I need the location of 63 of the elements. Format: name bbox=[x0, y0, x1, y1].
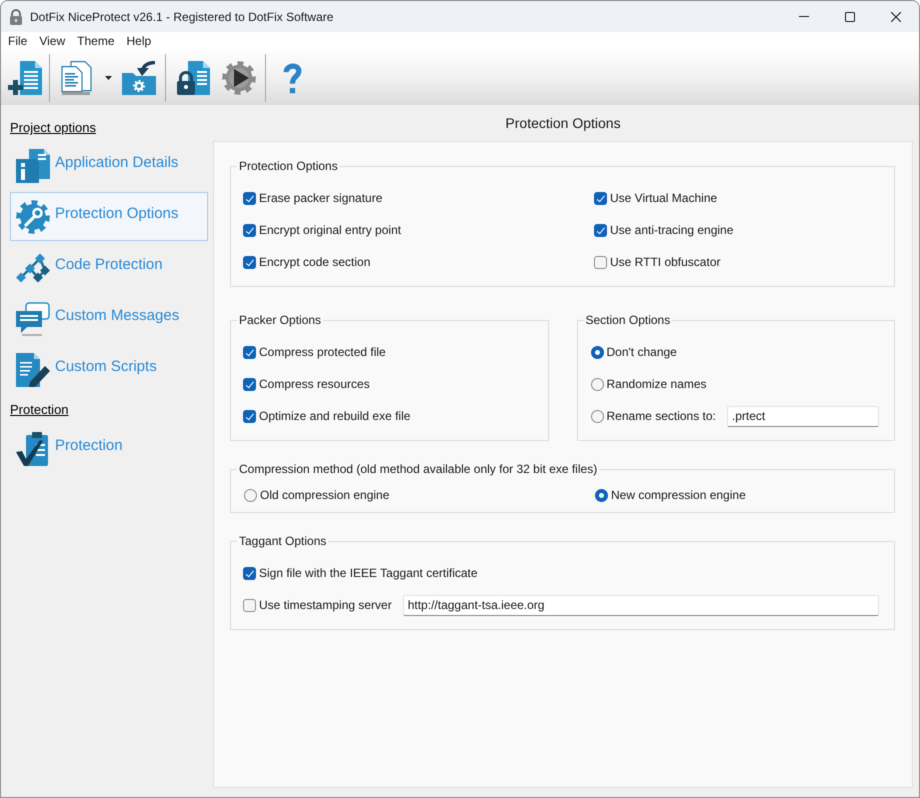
group-title: Protection Options bbox=[238, 158, 339, 174]
checkbox-label: Optimize and rebuild exe file bbox=[259, 409, 410, 423]
text-field[interactable]: .prtect bbox=[726, 406, 879, 426]
lock-document-icon[interactable] bbox=[176, 61, 210, 95]
document-pen-icon bbox=[16, 352, 50, 386]
group-title: Taggant Options bbox=[238, 533, 328, 549]
menu-item[interactable]: File bbox=[2, 33, 34, 50]
radio-label: Old compression engine bbox=[260, 488, 390, 502]
checkbox[interactable] bbox=[243, 192, 256, 204]
close-icon[interactable] bbox=[891, 12, 901, 22]
document-plus-icon[interactable] bbox=[8, 61, 42, 95]
radio-label: New compression engine bbox=[611, 488, 746, 502]
radio-button[interactable] bbox=[595, 488, 608, 502]
section-heading: Protection bbox=[10, 402, 69, 418]
checkbox-label: Use timestamping server bbox=[259, 598, 392, 612]
text-field[interactable]: http://taggant-tsa.ieee.org bbox=[402, 594, 879, 616]
checkbox-label: Compress protected file bbox=[259, 345, 386, 359]
documents-icon[interactable] bbox=[61, 61, 92, 95]
radio-label: Don't change bbox=[606, 345, 677, 359]
checkbox[interactable] bbox=[243, 566, 256, 580]
menu-item[interactable]: Help bbox=[120, 33, 158, 50]
checkbox[interactable] bbox=[243, 378, 256, 390]
linked-blocks-icon bbox=[16, 250, 50, 284]
checkbox[interactable] bbox=[243, 346, 256, 358]
checkbox-label: Sign file with the IEEE Taggant certificate bbox=[259, 566, 478, 580]
menu-item[interactable]: View bbox=[33, 33, 72, 50]
radio-label: Randomize names bbox=[606, 377, 707, 391]
checkbox[interactable] bbox=[243, 256, 256, 268]
radio-button[interactable] bbox=[590, 346, 604, 358]
group-title: Compression method (old method available only for 32 bit exe files) bbox=[238, 461, 598, 477]
section-heading: Project options bbox=[10, 120, 96, 136]
checkbox-label: Use RTTI obfuscator bbox=[610, 255, 720, 269]
group-title: Section Options bbox=[584, 312, 672, 328]
checkbox-label: Erase packer signature bbox=[259, 191, 382, 205]
checkbox[interactable] bbox=[243, 224, 256, 236]
checkbox-label: Use anti-tracing engine bbox=[610, 223, 734, 237]
checkbox-label: Encrypt code section bbox=[259, 255, 370, 269]
checkbox[interactable] bbox=[594, 224, 607, 236]
gear-play-icon[interactable] bbox=[222, 61, 256, 95]
padlock-icon bbox=[8, 8, 24, 24]
group-title: Packer Options bbox=[238, 312, 322, 328]
gear-wrench-icon bbox=[16, 200, 50, 234]
clipboard-check-icon bbox=[16, 432, 50, 466]
window-title: DotFix NiceProtect v26.1 - Registered to DotFix Software bbox=[30, 10, 334, 24]
radio-button[interactable] bbox=[244, 488, 257, 502]
chat-bubbles-icon bbox=[16, 302, 50, 336]
checkbox[interactable] bbox=[594, 192, 607, 204]
radio-label: Rename sections to: bbox=[606, 409, 716, 423]
checkbox-label: Encrypt original entry point bbox=[259, 223, 402, 237]
menu-item[interactable]: Theme bbox=[71, 33, 120, 50]
checkbox-label: Compress resources bbox=[259, 377, 370, 391]
maximize-icon[interactable] bbox=[845, 12, 855, 22]
caret-icon[interactable] bbox=[105, 76, 112, 80]
info-document-icon bbox=[16, 148, 50, 182]
checkbox[interactable] bbox=[594, 256, 607, 268]
help-icon[interactable] bbox=[283, 62, 303, 94]
checkbox[interactable] bbox=[243, 598, 256, 612]
panel-title: Protection Options bbox=[505, 115, 621, 131]
checkbox-label: Use Virtual Machine bbox=[610, 191, 718, 205]
folder-gear-arrow-icon[interactable] bbox=[122, 61, 156, 95]
radio-button[interactable] bbox=[590, 410, 604, 422]
radio-button[interactable] bbox=[590, 378, 604, 390]
checkbox[interactable] bbox=[243, 410, 256, 422]
